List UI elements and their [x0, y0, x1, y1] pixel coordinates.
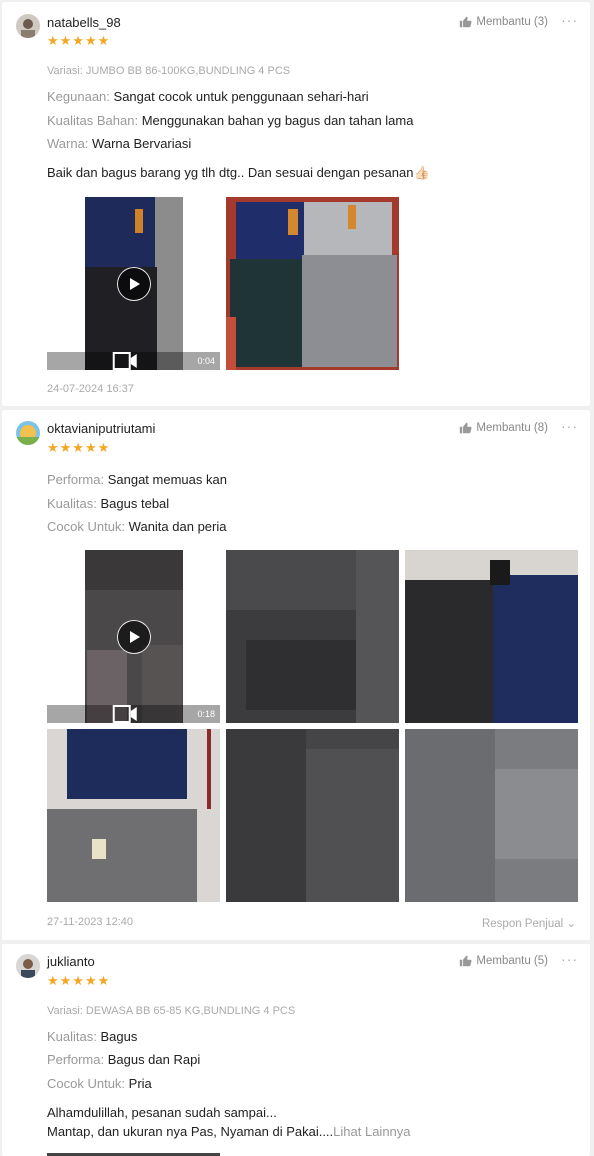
attribute-key: Kualitas Bahan: [47, 113, 139, 128]
attribute-row: Kualitas: Bagus tebal [47, 496, 169, 511]
attribute-key: Kualitas: [47, 1029, 97, 1044]
video-info-bar: 0:18 [47, 705, 220, 723]
attribute-key: Kegunaan: [47, 89, 110, 104]
review-comment: Alhamdulillah, pesanan sudah sampai... [47, 1105, 277, 1120]
thumbs-up-icon [460, 422, 472, 434]
attribute-key: Performa: [47, 472, 105, 487]
attribute-row: Cocok Untuk: Pria [47, 1076, 152, 1091]
attribute-key: Warna: [47, 136, 89, 151]
play-button[interactable] [117, 620, 151, 654]
attribute-row: Kegunaan: Sangat cocok untuk penggunaan … [47, 89, 369, 104]
username[interactable]: natabells_98 [47, 15, 121, 30]
review-list: natabells_98 ★★★★★ Membantu (3) ··· Vari… [0, 0, 594, 1156]
attribute-value: Bagus tebal [100, 496, 170, 511]
attribute-key: Cocok Untuk: [47, 519, 126, 534]
avatar[interactable] [16, 14, 40, 38]
review-card: oktavianiputriutami ★★★★★ Membantu (8) ·… [2, 410, 590, 940]
helpful-button[interactable]: Membantu (8) [459, 421, 548, 434]
variant-label: Variasi: JUMBO BB 86-100KG,BUNDLING 4 PC… [47, 65, 291, 77]
review-photo[interactable] [226, 729, 399, 902]
helpful-label: Membantu (3) [476, 15, 548, 28]
video-camera-icon [112, 352, 137, 370]
attribute-value: Bagus dan Rapi [107, 1052, 201, 1067]
attribute-row: Kualitas Bahan: Menggunakan bahan yg bag… [47, 113, 413, 128]
star-rating: ★★★★★ [47, 33, 111, 48]
review-photo[interactable] [405, 729, 578, 902]
review-video-thumbnail[interactable]: 0:18 [47, 550, 220, 723]
thumbs-up-icon [460, 955, 472, 967]
review-comment: Mantap, dan ukuran nya Pas, Nyaman di Pa… [47, 1124, 411, 1139]
more-options-button[interactable]: ··· [561, 418, 578, 434]
attribute-row: Kualitas: Bagus [47, 1029, 137, 1044]
helpful-label: Membantu (5) [476, 954, 548, 967]
helpful-button[interactable]: Membantu (3) [459, 15, 548, 28]
review-photo[interactable] [405, 550, 578, 723]
avatar[interactable] [16, 954, 40, 978]
variant-label: Variasi: DEWASA BB 65-85 KG,BUNDLING 4 P… [47, 1005, 296, 1017]
star-rating: ★★★★★ [47, 973, 111, 988]
see-more-link[interactable]: Lihat Lainnya [333, 1124, 410, 1139]
video-info-bar: 0:04 [47, 352, 220, 370]
attribute-value: Sangat cocok untuk penggunaan sehari-har… [113, 89, 369, 104]
video-duration: 0:18 [197, 709, 215, 719]
thumbs-up-icon [460, 16, 472, 28]
review-photo[interactable] [226, 197, 399, 370]
review-comment-text: Mantap, dan ukuran nya Pas, Nyaman di Pa… [47, 1124, 334, 1139]
attribute-key: Cocok Untuk: [47, 1076, 126, 1091]
attribute-row: Warna: Warna Bervariasi [47, 136, 191, 151]
more-options-button[interactable]: ··· [561, 951, 578, 967]
helpful-label: Membantu (8) [476, 421, 548, 434]
seller-response-toggle[interactable]: Respon Penjual ⌄ [482, 916, 576, 930]
star-rating: ★★★★★ [47, 440, 111, 455]
review-comment: Baik dan bagus barang yg tlh dtg.. Dan s… [47, 165, 430, 180]
review-photo[interactable] [47, 729, 220, 902]
attribute-key: Kualitas: [47, 496, 97, 511]
attribute-row: Cocok Untuk: Wanita dan peria [47, 519, 226, 534]
play-icon [130, 278, 140, 290]
play-icon [130, 631, 140, 643]
play-button[interactable] [117, 267, 151, 301]
more-options-button[interactable]: ··· [561, 12, 578, 28]
review-photo[interactable] [226, 550, 399, 723]
review-card: natabells_98 ★★★★★ Membantu (3) ··· Vari… [2, 2, 590, 406]
helpful-button[interactable]: Membantu (5) [459, 954, 548, 967]
username[interactable]: oktavianiputriutami [47, 421, 155, 436]
review-video-thumbnail[interactable]: 0:04 [47, 197, 220, 370]
avatar[interactable] [16, 421, 40, 445]
attribute-value: Wanita dan peria [128, 519, 227, 534]
attribute-key: Performa: [47, 1052, 105, 1067]
video-camera-icon [112, 705, 137, 723]
attribute-value: Sangat memuas kan [107, 472, 227, 487]
video-duration: 0:04 [197, 356, 215, 366]
attribute-row: Performa: Sangat memuas kan [47, 472, 227, 487]
review-date: 27-11-2023 12:40 [47, 916, 134, 928]
review-date: 24-07-2024 16:37 [47, 383, 134, 395]
attribute-value: Pria [128, 1076, 152, 1091]
username[interactable]: juklianto [47, 954, 95, 969]
review-card: juklianto ★★★★★ Membantu (5) ··· Variasi… [2, 944, 590, 1156]
attribute-row: Performa: Bagus dan Rapi [47, 1052, 200, 1067]
attribute-value: Warna Bervariasi [92, 136, 192, 151]
attribute-value: Bagus [100, 1029, 138, 1044]
attribute-value: Menggunakan bahan yg bagus dan tahan lam… [141, 113, 414, 128]
